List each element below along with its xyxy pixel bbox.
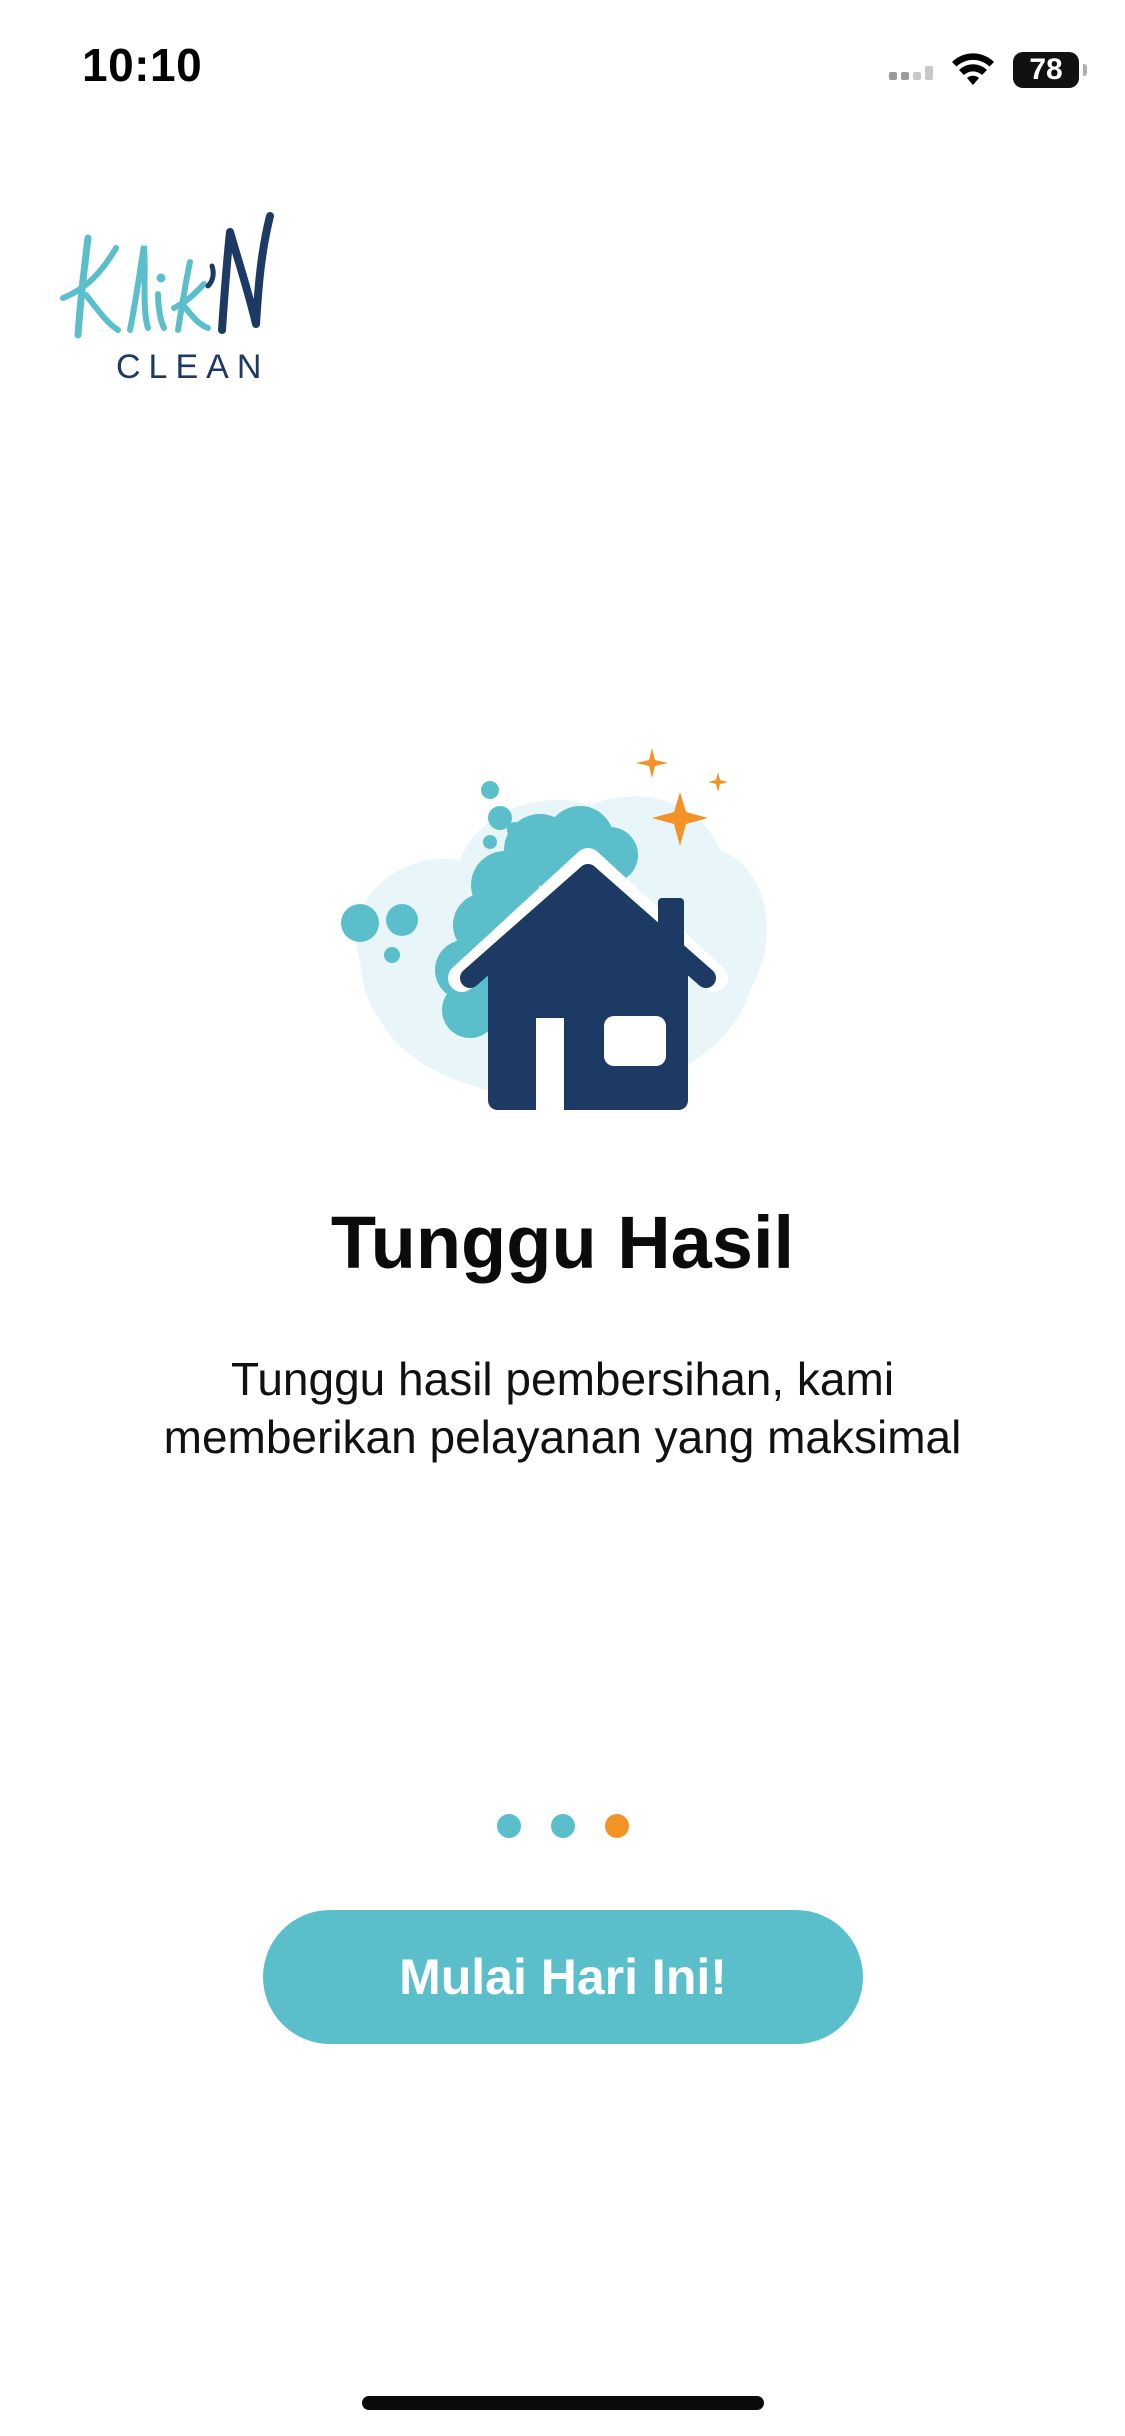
onboarding-title: Tunggu Hasil xyxy=(330,1201,795,1284)
page-dot-1[interactable] xyxy=(496,1814,521,1838)
description-line-1: Tunggu hasil pembersihan, kami xyxy=(230,1353,895,1405)
battery-icon: 78 xyxy=(1013,52,1087,88)
page-dot-3-active[interactable] xyxy=(604,1814,629,1838)
status-bar: 10:10 78 xyxy=(0,0,1125,140)
page-indicator xyxy=(0,1814,1125,1838)
svg-text:CLEAN: CLEAN xyxy=(116,348,269,386)
description-line-2: memberikan pelayanan yang maksimal xyxy=(163,1411,962,1463)
home-indicator[interactable] xyxy=(362,2396,764,2410)
page-dot-2[interactable] xyxy=(550,1814,575,1838)
start-today-button[interactable]: Mulai Hari Ini! xyxy=(263,1910,863,2044)
status-time: 10:10 xyxy=(82,39,203,91)
cellular-signal-icon xyxy=(889,60,933,80)
battery-level: 78 xyxy=(1029,53,1063,86)
status-icons: 78 xyxy=(889,48,1087,92)
onboarding-description: Tunggu hasil pembersihan, kami memberika… xyxy=(100,1350,1025,1466)
wifi-icon xyxy=(952,53,994,85)
brand-logo: CLEAN xyxy=(60,212,274,386)
clean-house-icon xyxy=(341,748,767,1110)
